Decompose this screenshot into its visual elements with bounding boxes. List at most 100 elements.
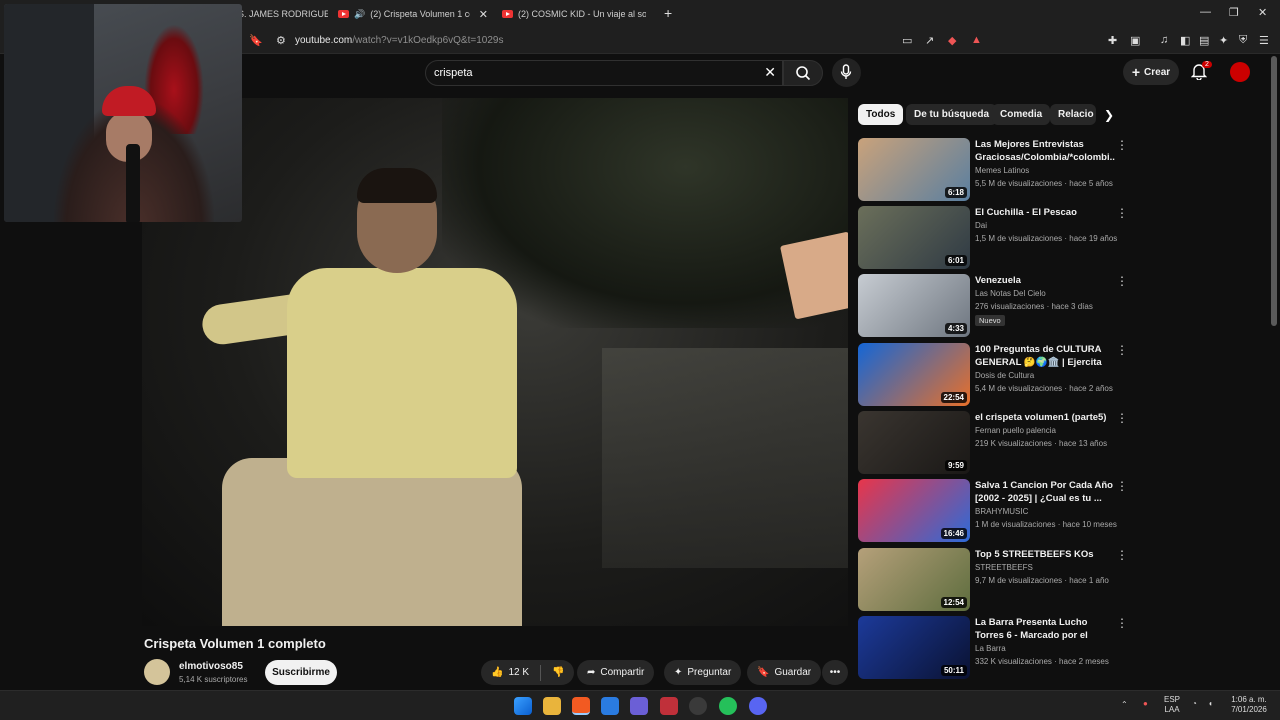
browser-tab-1[interactable]: S. JAMES RODRIGUEZ	[238, 4, 328, 24]
chip-relacionados[interactable]: Relacio	[1050, 104, 1096, 125]
chevron-right-icon[interactable]: ❯	[1104, 108, 1114, 122]
video-thumbnail[interactable]: 16:46	[858, 479, 970, 542]
tray-chevron-icon[interactable]: ⌃	[1121, 700, 1128, 710]
discord-icon[interactable]	[749, 697, 767, 715]
video-player[interactable]	[142, 98, 848, 626]
recommendation-item[interactable]: 16:46 Salva 1 Cancion Por Cada Año [2002 …	[858, 479, 1128, 543]
channel-name[interactable]: Las Notas Del Cielo	[975, 289, 1046, 298]
brave-shield-icon[interactable]: ◆	[948, 34, 956, 47]
media-icon[interactable]: ♫	[1160, 34, 1168, 46]
clear-search-icon[interactable]: ✕	[764, 64, 776, 81]
browser-tab-3[interactable]: (2) COSMIC KID - Un viaje al sol - You	[502, 4, 650, 24]
close-tab-icon[interactable]: ✕	[479, 8, 488, 21]
like-count[interactable]: 12 K	[508, 667, 529, 678]
channel-name[interactable]: elmotivoso85	[179, 661, 243, 672]
share-icon[interactable]: ↗	[925, 34, 934, 47]
url-field[interactable]: youtube.com/watch?v=v1kOedkp6vQ&t=1029s	[295, 35, 503, 46]
video-title[interactable]: El Cuchilla - El Pescao	[975, 206, 1115, 219]
video-thumbnail[interactable]: 6:18	[858, 138, 970, 201]
more-actions-button[interactable]: •••	[822, 660, 848, 685]
chip-todos[interactable]: Todos	[858, 104, 904, 125]
recommendation-item[interactable]: 9:59 el crispeta volumen1 (parte5) Fernan …	[858, 411, 1128, 475]
clock[interactable]: 1:06 a. m. 7/01/2026	[1226, 695, 1272, 715]
video-title[interactable]: Top 5 STREETBEEFS KOs	[975, 548, 1115, 561]
more-options-icon[interactable]: ⋮	[1116, 344, 1128, 356]
vpn-icon[interactable]: ⛨	[1239, 34, 1247, 47]
extensions-icon[interactable]: ✚	[1108, 34, 1117, 47]
menu-icon[interactable]: ☰	[1259, 34, 1269, 47]
more-options-icon[interactable]: ⋮	[1116, 480, 1128, 492]
bookmark-icon[interactable]: 🔖	[249, 34, 263, 47]
subscribe-button[interactable]: Suscribirme	[265, 660, 337, 685]
ask-button[interactable]: ✦ Preguntar	[664, 660, 742, 685]
more-options-icon[interactable]: ⋮	[1116, 275, 1128, 287]
video-thumbnail[interactable]: 6:01	[858, 206, 970, 269]
wifi-icon[interactable]: ◔	[1192, 699, 1197, 709]
more-options-icon[interactable]: ⋮	[1116, 617, 1128, 629]
steam-icon[interactable]	[689, 697, 707, 715]
more-options-icon[interactable]: ⋮	[1116, 139, 1128, 151]
brave-rewards-icon[interactable]: ▲	[971, 34, 982, 46]
account-avatar[interactable]	[1230, 62, 1250, 82]
obs-icon[interactable]	[660, 697, 678, 715]
maximize-icon[interactable]: ❐	[1229, 6, 1239, 19]
recommendation-item[interactable]: 50:11 La Barra Presenta Lucho Torres 6 - …	[858, 616, 1128, 680]
channel-name[interactable]: Dosis de Cultura	[975, 371, 1034, 380]
recommendation-item[interactable]: 6:18 Las Mejores Entrevistas Graciosas/Co…	[858, 138, 1128, 202]
sidebar-icon[interactable]: ▣	[1130, 34, 1140, 47]
volume-icon[interactable]: ◖	[1208, 699, 1213, 709]
more-options-icon[interactable]: ⋮	[1116, 207, 1128, 219]
gamepad-icon[interactable]	[630, 697, 648, 715]
channel-name[interactable]: Fernan puello palencia	[975, 426, 1056, 435]
start-icon[interactable]	[514, 697, 532, 715]
video-thumbnail[interactable]: 12:54	[858, 548, 970, 611]
cast-icon[interactable]: ▭	[902, 34, 912, 47]
leo-ai-icon[interactable]: ✦	[1219, 34, 1228, 47]
language-indicator[interactable]: ESP LAA	[1164, 695, 1180, 715]
file-explorer-icon[interactable]	[543, 697, 561, 715]
channel-name[interactable]: BRAHYMUSIC	[975, 507, 1028, 516]
recommendation-item[interactable]: 4:33 Venezuela Las Notas Del Cielo 276 visu…	[858, 274, 1128, 338]
video-title[interactable]: el crispeta volumen1 (parte5)	[975, 411, 1115, 424]
channel-name[interactable]: Memes Latinos	[975, 166, 1029, 175]
search-input[interactable]	[434, 65, 734, 81]
channel-name[interactable]: STREETBEEFS	[975, 563, 1033, 572]
voice-search-button[interactable]	[832, 58, 861, 87]
split-view-icon[interactable]: ◧	[1180, 34, 1190, 47]
channel-avatar[interactable]	[144, 659, 170, 685]
whatsapp-icon[interactable]	[719, 697, 737, 715]
chip-comedia[interactable]: Comedia	[992, 104, 1051, 125]
save-button[interactable]: 🔖 Guardar	[747, 660, 822, 685]
share-button[interactable]: ➦ Compartir	[577, 660, 655, 685]
thumbs-down-icon[interactable]: 👎	[552, 667, 564, 678]
thumbs-up-icon[interactable]: 👍	[491, 667, 503, 678]
store-icon[interactable]	[601, 697, 619, 715]
recommendation-item[interactable]: 6:01 El Cuchilla - El Pescao Dai 1,5 M de v…	[858, 206, 1128, 270]
site-settings-icon[interactable]: ⚙	[276, 34, 286, 47]
more-options-icon[interactable]: ⋮	[1116, 412, 1128, 424]
video-title[interactable]: La Barra Presenta Lucho Torres 6 - Marca…	[975, 616, 1115, 642]
recommendation-item[interactable]: 22:54 100 Preguntas de CULTURA GENERAL 🤔🌍…	[858, 343, 1128, 407]
video-thumbnail[interactable]: 50:11	[858, 616, 970, 679]
minimize-icon[interactable]: —	[1200, 6, 1211, 18]
brave-browser-icon[interactable]	[572, 697, 590, 715]
more-options-icon[interactable]: ⋮	[1116, 549, 1128, 561]
chip-de-tu-busqueda[interactable]: De tu búsqueda	[906, 104, 998, 125]
video-title[interactable]: 100 Preguntas de CULTURA GENERAL 🤔🌍🏛️ | …	[975, 343, 1115, 369]
close-window-icon[interactable]: ✕	[1258, 6, 1267, 19]
video-thumbnail[interactable]: 4:33	[858, 274, 970, 337]
video-title[interactable]: Venezuela	[975, 274, 1115, 287]
video-thumbnail[interactable]: 9:59	[858, 411, 970, 474]
create-button[interactable]: + Crear	[1123, 59, 1179, 85]
page-scrollbar[interactable]	[1271, 56, 1277, 326]
video-title[interactable]: Salva 1 Cancion Por Cada Año [2002 - 202…	[975, 479, 1115, 505]
recommendation-item[interactable]: 12:54 Top 5 STREETBEEFS KOs STREETBEEFS 9,7…	[858, 548, 1128, 612]
channel-name[interactable]: La Barra	[975, 644, 1006, 653]
video-thumbnail[interactable]: 22:54	[858, 343, 970, 406]
wallet-icon[interactable]: ▤	[1199, 34, 1209, 47]
search-button[interactable]	[783, 60, 823, 86]
browser-tab-2[interactable]: 🔊 (2) Crispeta Volumen 1 comp ✕	[338, 4, 488, 24]
video-title[interactable]: Las Mejores Entrevistas Graciosas/Colomb…	[975, 138, 1115, 164]
new-tab-icon[interactable]: +	[664, 5, 672, 21]
tray-microphone-icon[interactable]: ●	[1143, 699, 1148, 709]
